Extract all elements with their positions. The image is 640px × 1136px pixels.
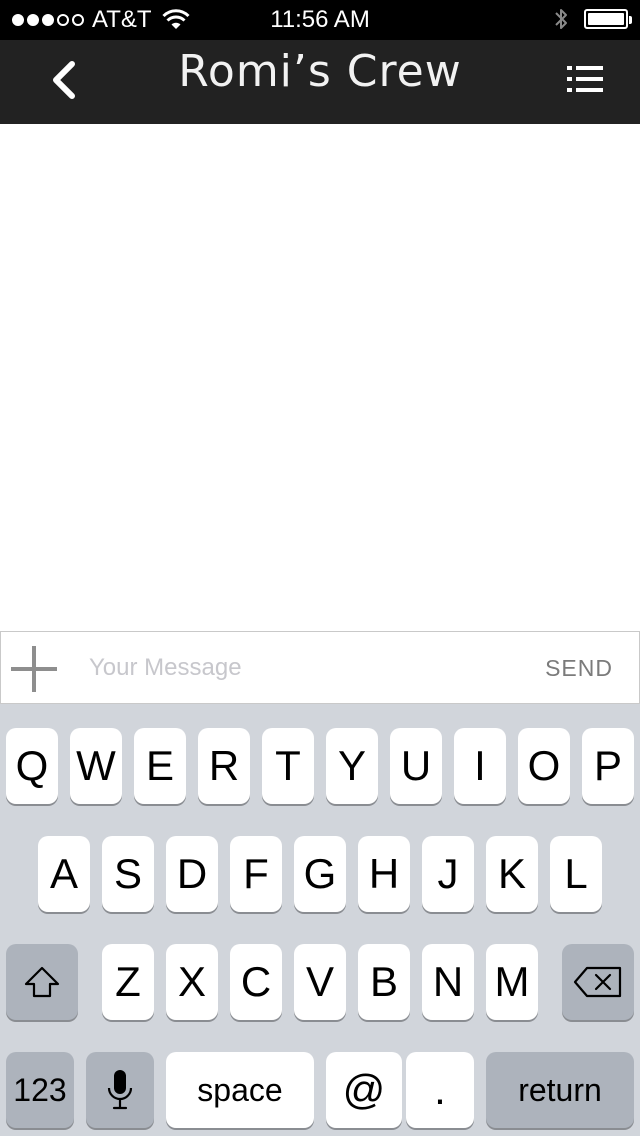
key-m[interactable]: M bbox=[486, 944, 538, 1020]
key-h[interactable]: H bbox=[358, 836, 410, 912]
status-time: 11:56 AM bbox=[270, 6, 370, 33]
message-composer: SEND bbox=[0, 631, 640, 704]
key-u[interactable]: U bbox=[390, 728, 442, 804]
key-e[interactable]: E bbox=[134, 728, 186, 804]
send-button[interactable]: SEND bbox=[545, 650, 613, 686]
return-key[interactable]: return bbox=[486, 1052, 634, 1128]
key-x[interactable]: X bbox=[166, 944, 218, 1020]
key-r[interactable]: R bbox=[198, 728, 250, 804]
key-g[interactable]: G bbox=[294, 836, 346, 912]
key-p[interactable]: P bbox=[582, 728, 634, 804]
add-attachment-button[interactable] bbox=[9, 644, 59, 694]
battery-fill bbox=[588, 13, 624, 25]
nav-bar: Romi’s Crew bbox=[0, 40, 640, 124]
key-t[interactable]: T bbox=[262, 728, 314, 804]
battery-icon bbox=[584, 9, 632, 29]
backspace-icon bbox=[573, 966, 622, 998]
key-c[interactable]: C bbox=[230, 944, 282, 1020]
chat-message-area[interactable] bbox=[0, 124, 640, 632]
key-a[interactable]: A bbox=[38, 836, 90, 912]
key-j[interactable]: J bbox=[422, 836, 474, 912]
key-q[interactable]: Q bbox=[6, 728, 58, 804]
status-right bbox=[554, 6, 632, 32]
key-k[interactable]: K bbox=[486, 836, 538, 912]
back-button[interactable] bbox=[34, 48, 94, 112]
at-key[interactable]: @ bbox=[326, 1052, 402, 1128]
plus-icon bbox=[11, 646, 57, 692]
shift-icon bbox=[24, 966, 60, 998]
key-z[interactable]: Z bbox=[102, 944, 154, 1020]
key-w[interactable]: W bbox=[70, 728, 122, 804]
key-v[interactable]: V bbox=[294, 944, 346, 1020]
key-f[interactable]: F bbox=[230, 836, 282, 912]
menu-button[interactable] bbox=[560, 54, 610, 104]
bluetooth-icon bbox=[555, 9, 567, 29]
key-b[interactable]: B bbox=[358, 944, 410, 1020]
key-d[interactable]: D bbox=[166, 836, 218, 912]
status-bar: AT&T 11:56 AM bbox=[0, 0, 640, 40]
message-input[interactable] bbox=[89, 646, 509, 690]
microphone-icon bbox=[107, 1070, 133, 1110]
key-o[interactable]: O bbox=[518, 728, 570, 804]
keyboard: Q W E R T Y U I O P A S D F G H J K L Z … bbox=[0, 704, 640, 1136]
battery-tip bbox=[629, 16, 632, 24]
period-key[interactable]: . bbox=[406, 1052, 474, 1128]
numbers-key[interactable]: 123 bbox=[6, 1052, 74, 1128]
backspace-key[interactable] bbox=[562, 944, 634, 1020]
key-i[interactable]: I bbox=[454, 728, 506, 804]
key-y[interactable]: Y bbox=[326, 728, 378, 804]
dictation-key[interactable] bbox=[86, 1052, 154, 1128]
list-icon bbox=[567, 66, 603, 92]
key-s[interactable]: S bbox=[102, 836, 154, 912]
chevron-left-icon bbox=[53, 61, 75, 99]
key-l[interactable]: L bbox=[550, 836, 602, 912]
page-title: Romi’s Crew bbox=[178, 46, 462, 97]
key-n[interactable]: N bbox=[422, 944, 474, 1020]
space-key[interactable]: space bbox=[166, 1052, 314, 1128]
shift-key[interactable] bbox=[6, 944, 78, 1020]
